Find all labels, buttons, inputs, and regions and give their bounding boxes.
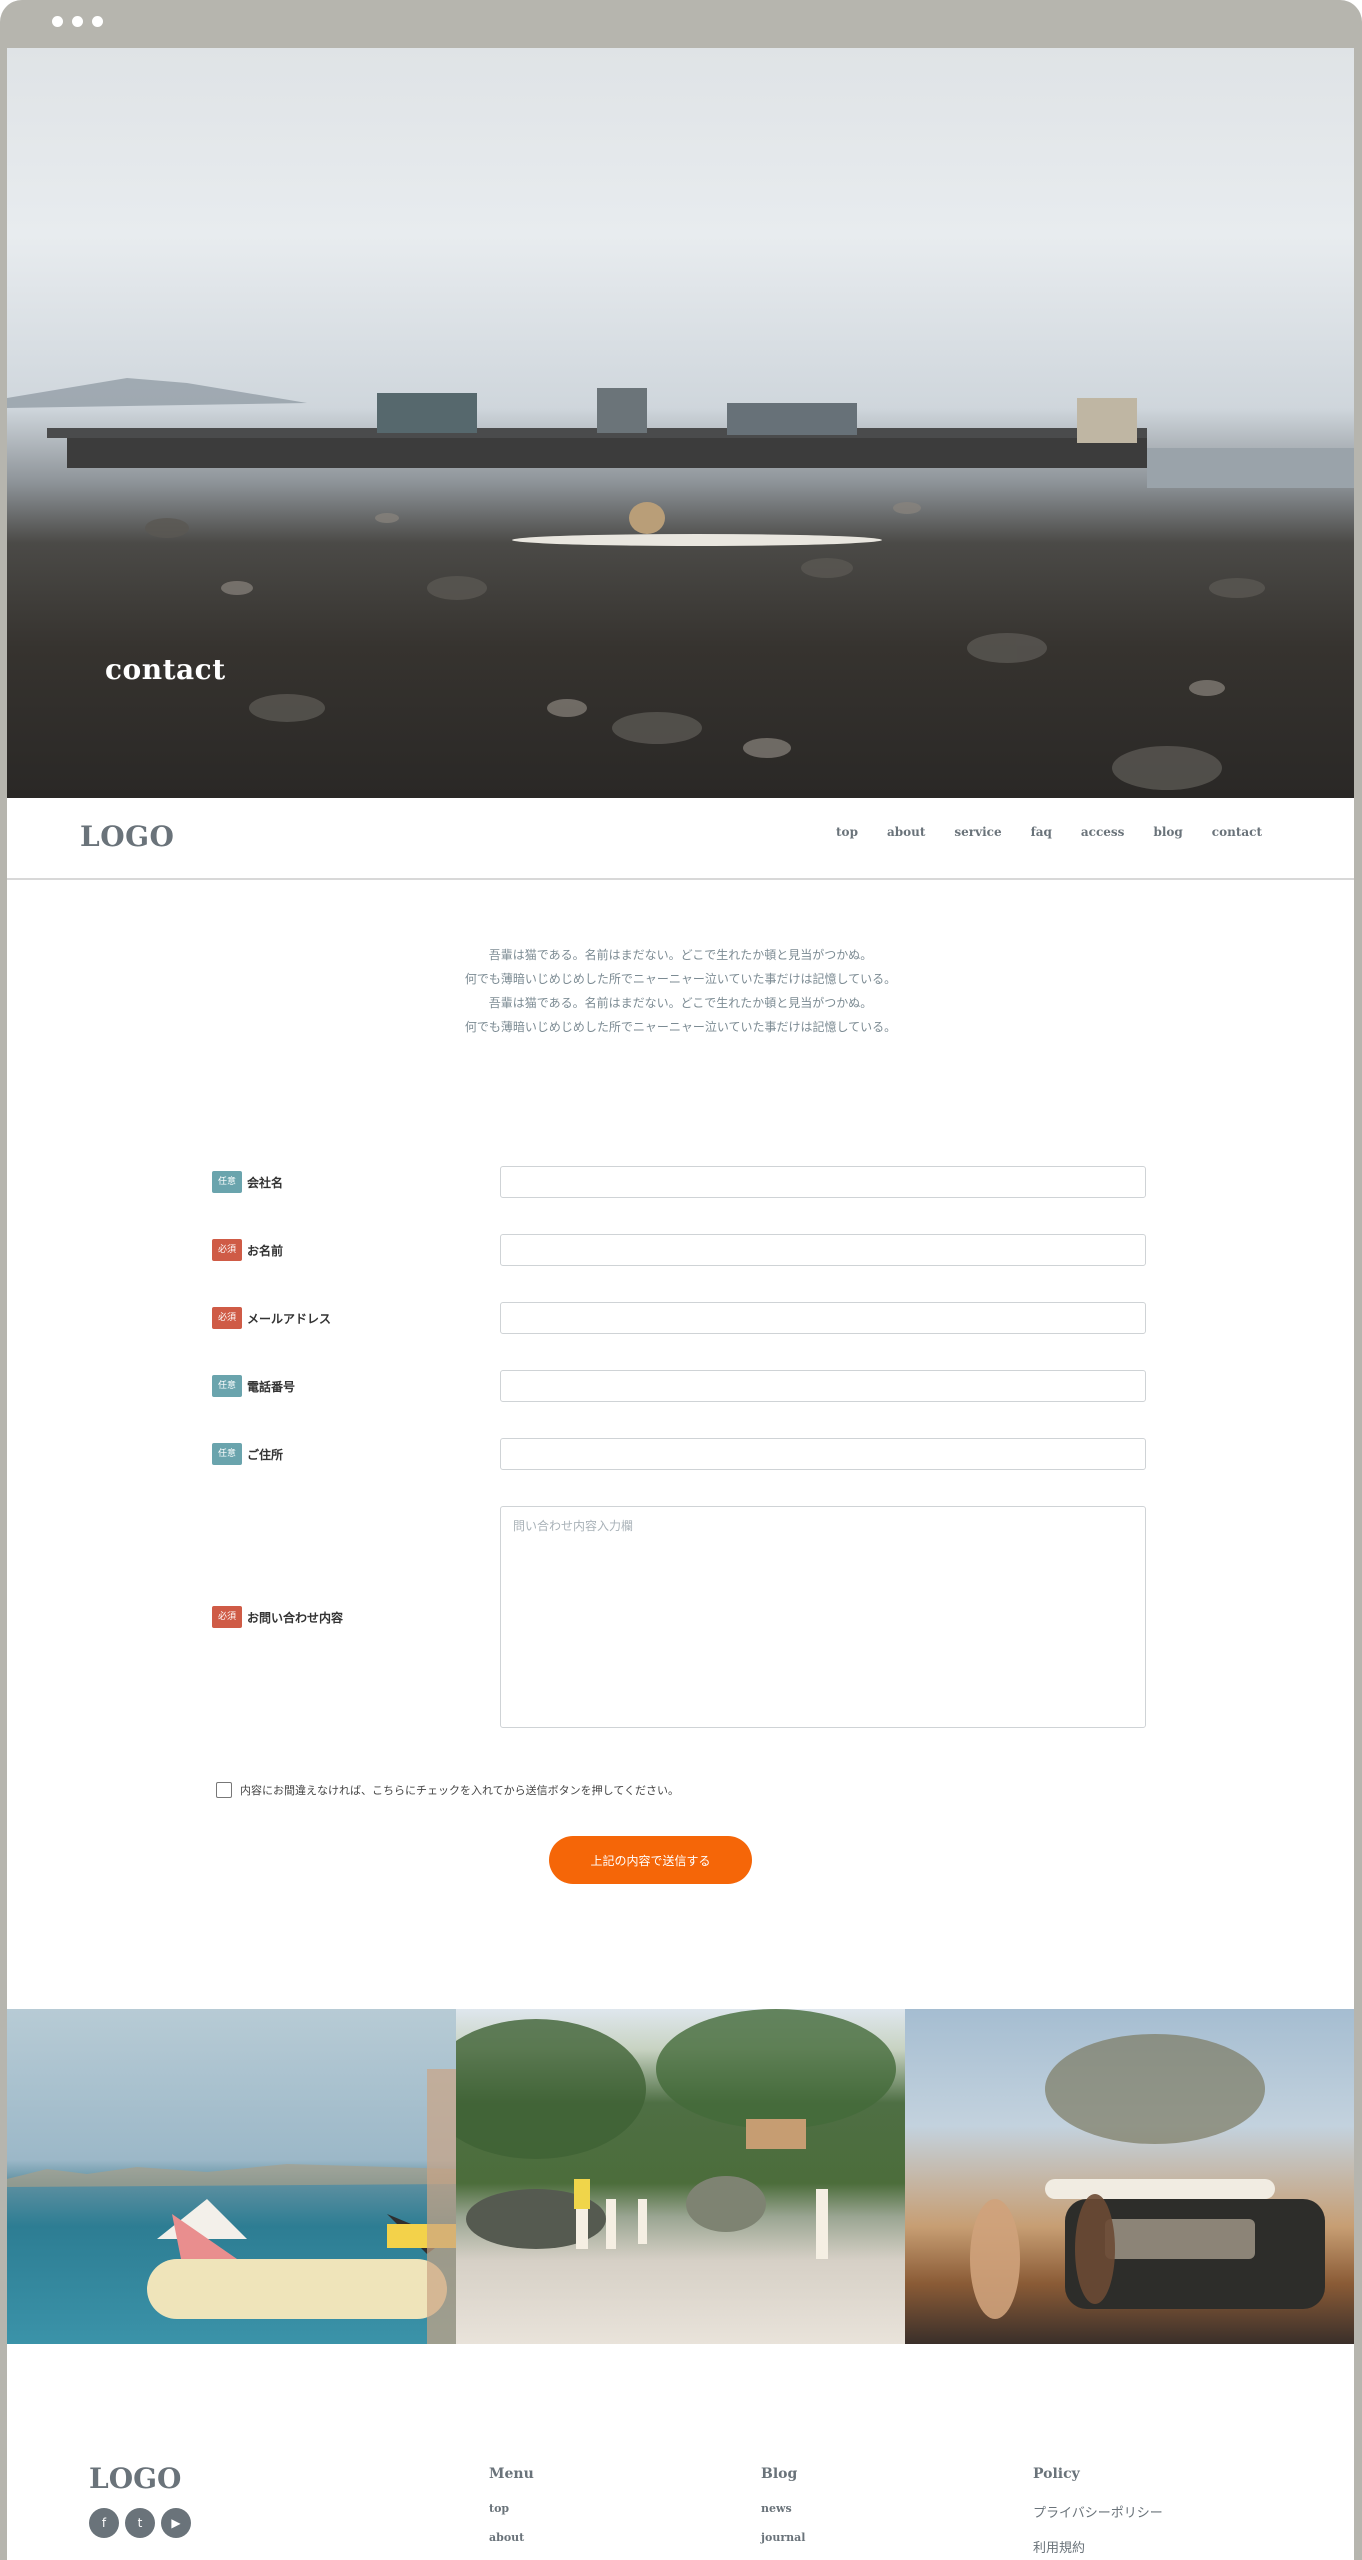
footer-logo[interactable]: LOGO xyxy=(89,2462,181,2495)
footer-blog-title: Blog xyxy=(761,2466,798,2482)
nav-top[interactable]: top xyxy=(836,825,858,839)
optional-badge: 任意 xyxy=(212,1375,242,1397)
footer-link-journal[interactable]: journal xyxy=(761,2531,805,2544)
main-nav: top about service faq access blog contac… xyxy=(836,825,1262,839)
consent-row: 内容にお間違えなければ、こちらにチェックを入れてから送信ボタンを押してください。 xyxy=(216,1782,679,1798)
footer-link-privacy[interactable]: プライバシーポリシー xyxy=(1033,2502,1163,2521)
nav-faq[interactable]: faq xyxy=(1031,825,1052,839)
site-footer: LOGO f t ▶ Menu top about Blog news jour… xyxy=(7,2344,1354,2560)
phone-input[interactable] xyxy=(500,1370,1146,1402)
browser-frame: contact LOGO top about service faq acces… xyxy=(0,0,1362,2560)
footer-policy-column: Policy プライバシーポリシー 利用規約 xyxy=(1033,2466,1163,2560)
footer-blog-column: Blog news journal xyxy=(761,2466,805,2560)
gallery-photo-car-surfboards xyxy=(905,2009,1354,2344)
car-photo-art xyxy=(970,2034,1325,2319)
window-dot[interactable] xyxy=(72,16,83,27)
intro-line: 吾輩は猫である。名前はまだない。どこで生れたか頓と見当がつかぬ。 xyxy=(488,996,873,1010)
nav-about[interactable]: about xyxy=(887,825,925,839)
intro-text: 吾輩は猫である。名前はまだない。どこで生れたか頓と見当がつかぬ。 何でも薄暗いじ… xyxy=(7,943,1354,1039)
footer-menu-title: Menu xyxy=(489,2466,534,2482)
form-row-phone: 任意 電話番号 xyxy=(212,1370,1156,1404)
address-input[interactable] xyxy=(500,1438,1146,1470)
optional-badge: 任意 xyxy=(212,1171,242,1193)
field-label-text: メールアドレス xyxy=(247,1311,332,1326)
field-label-text: 会社名 xyxy=(247,1175,284,1190)
required-badge: 必須 xyxy=(212,1239,242,1261)
form-row-name: 必須 お名前 xyxy=(212,1234,1156,1268)
field-label-text: 電話番号 xyxy=(247,1379,296,1394)
consent-checkbox[interactable] xyxy=(216,1782,232,1798)
window-dot[interactable] xyxy=(52,16,63,27)
field-label-text: お名前 xyxy=(247,1243,284,1258)
field-label: 任意 電話番号 xyxy=(212,1375,295,1397)
window-dot[interactable] xyxy=(92,16,103,27)
form-row-message: 必須 お問い合わせ内容 問い合わせ内容入力欄 xyxy=(212,1506,1156,1730)
footer-policy-title: Policy xyxy=(1033,2466,1080,2482)
required-badge: 必須 xyxy=(212,1307,242,1329)
hero-image: contact xyxy=(7,48,1354,798)
required-badge: 必須 xyxy=(212,1606,242,1628)
page: contact LOGO top about service faq acces… xyxy=(7,48,1354,2560)
twitter-icon[interactable]: t xyxy=(125,2508,155,2538)
submit-button[interactable]: 上記の内容で送信する xyxy=(549,1836,752,1884)
nav-blog[interactable]: blog xyxy=(1153,825,1182,839)
field-label: 必須 お問い合わせ内容 xyxy=(212,1606,343,1628)
footer-menu-column: Menu top about xyxy=(489,2466,534,2560)
consent-text: 内容にお間違えなければ、こちらにチェックを入れてから送信ボタンを押してください。 xyxy=(240,1784,680,1797)
field-label-text: お問い合わせ内容 xyxy=(247,1610,344,1625)
gallery-photo-beach-crowd xyxy=(456,2009,905,2344)
field-label: 任意 ご住所 xyxy=(212,1443,283,1465)
site-header: LOGO top about service faq access blog c… xyxy=(7,798,1354,880)
company-input[interactable] xyxy=(500,1166,1146,1198)
form-row-email: 必須 メールアドレス xyxy=(212,1302,1156,1336)
intro-line: 吾輩は猫である。名前はまだない。どこで生れたか頓と見当がつかぬ。 xyxy=(488,948,873,962)
intro-line: 何でも薄暗いじめじめした所でニャーニャー泣いていた事だけは記憶している。 xyxy=(464,1020,897,1034)
photo-gallery xyxy=(7,2009,1354,2344)
field-label-text: ご住所 xyxy=(247,1447,284,1462)
field-label: 任意 会社名 xyxy=(212,1171,283,1193)
surf-photo-art xyxy=(7,2069,456,2344)
form-row-company: 任意 会社名 xyxy=(212,1166,1156,1200)
email-input[interactable] xyxy=(500,1302,1146,1334)
social-links: f t ▶ xyxy=(89,2508,191,2538)
gallery-photo-surfboards xyxy=(7,2009,456,2344)
nav-contact[interactable]: contact xyxy=(1212,825,1262,839)
nav-service[interactable]: service xyxy=(954,825,1001,839)
footer-link-about[interactable]: about xyxy=(489,2531,534,2544)
footer-link-news[interactable]: news xyxy=(761,2502,805,2515)
nav-access[interactable]: access xyxy=(1081,825,1125,839)
beach-photo-art xyxy=(456,2009,896,2259)
footer-link-terms[interactable]: 利用規約 xyxy=(1033,2537,1163,2556)
form-row-address: 任意 ご住所 xyxy=(212,1438,1156,1472)
window-controls xyxy=(52,16,103,27)
optional-badge: 任意 xyxy=(212,1443,242,1465)
facebook-icon[interactable]: f xyxy=(89,2508,119,2538)
youtube-icon[interactable]: ▶ xyxy=(161,2508,191,2538)
page-title: contact xyxy=(105,653,226,686)
intro-line: 何でも薄暗いじめじめした所でニャーニャー泣いていた事だけは記憶している。 xyxy=(464,972,897,986)
name-input[interactable] xyxy=(500,1234,1146,1266)
field-label: 必須 お名前 xyxy=(212,1239,283,1261)
site-logo[interactable]: LOGO xyxy=(80,820,174,853)
footer-link-top[interactable]: top xyxy=(489,2502,534,2515)
message-textarea[interactable]: 問い合わせ内容入力欄 xyxy=(500,1506,1146,1728)
field-label: 必須 メールアドレス xyxy=(212,1307,331,1329)
